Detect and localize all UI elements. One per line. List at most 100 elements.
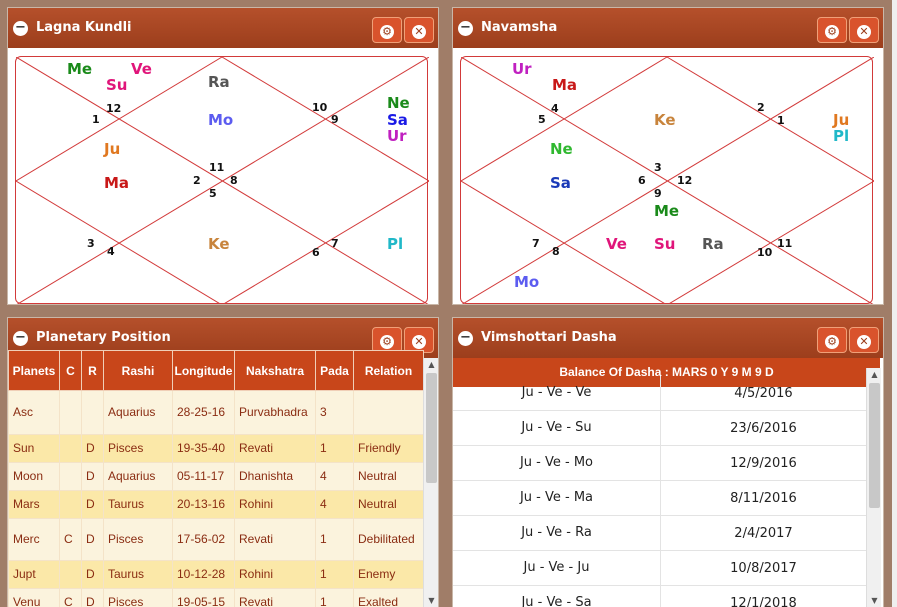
house-5: 5 [538, 113, 546, 126]
table-cell: Aquarius [103, 390, 173, 435]
col-header[interactable]: Relation [353, 350, 424, 391]
table-cell: 10-12-28 [172, 560, 235, 589]
house-11: 11 [209, 161, 225, 174]
table-cell: Aquarius [103, 462, 173, 491]
table-cell: 1 [315, 434, 354, 463]
planetary-scrollbar[interactable]: ▲ ▼ [423, 358, 438, 607]
col-header[interactable]: Nakshatra [234, 350, 316, 391]
planet-ma: Ma [104, 174, 130, 192]
table-cell: Revati [234, 588, 316, 607]
col-header[interactable]: Rashi [103, 350, 173, 391]
table-cell: Mars [8, 490, 60, 519]
vimshottari-dasha-panel: − Vimshottari Dasha ⚙ ✕ Balance Of Dasha… [452, 317, 884, 607]
table-cell: 1 [315, 560, 354, 589]
table-cell [81, 390, 104, 435]
table-cell: Pisces [103, 588, 173, 607]
close-button[interactable]: ✕ [849, 17, 879, 43]
navamsha-chart-lines [461, 57, 874, 304]
col-header[interactable]: Planets [8, 350, 60, 391]
table-cell: 1 [315, 518, 354, 561]
table-cell: 20-13-16 [172, 490, 235, 519]
collapse-icon[interactable]: − [458, 21, 473, 36]
house-6: 6 [638, 174, 646, 187]
dasha-scrollbar[interactable]: ▲ ▼ [866, 368, 881, 607]
planetary-table: Planets C R Rashi Longitude Nakshatra Pa… [8, 350, 424, 607]
planet-ne: Ne [550, 140, 573, 158]
table-cell: Neutral [353, 462, 424, 491]
settings-button[interactable]: ⚙ [372, 17, 402, 43]
panel-title: Planetary Position [36, 330, 171, 345]
collapse-icon[interactable]: − [458, 331, 473, 346]
house-2: 2 [193, 174, 201, 187]
table-cell [59, 560, 82, 589]
page-right-edge [892, 0, 897, 607]
settings-button[interactable]: ⚙ [817, 17, 847, 43]
scroll-thumb[interactable] [869, 383, 880, 508]
lagna-kundli-panel: − Lagna Kundli ⚙ ✕ Me Ve Su Ra Mo Ne Sa … [7, 7, 439, 305]
close-icon: ✕ [412, 335, 426, 349]
collapse-icon[interactable]: − [13, 331, 28, 346]
settings-button[interactable]: ⚙ [817, 327, 847, 353]
planet-ra: Ra [208, 73, 230, 91]
house-2: 2 [757, 101, 765, 114]
table-cell: 4 [315, 490, 354, 519]
table-cell: Purvabhadra [234, 390, 316, 435]
dasha-row: Ju - Ve - Ma 8/11/2016 [453, 481, 866, 516]
table-cell: 28-25-16 [172, 390, 235, 435]
table-cell: Jupt [8, 560, 60, 589]
dasha-row: Ju - Ve - Ve 4/5/2016 [453, 376, 866, 411]
close-button[interactable]: ✕ [404, 17, 434, 43]
scroll-up-icon[interactable]: ▲ [424, 358, 438, 372]
house-3: 3 [654, 161, 662, 174]
dasha-row: Ju - Ve - Su 23/6/2016 [453, 411, 866, 446]
house-9: 9 [654, 187, 662, 200]
house-3: 3 [87, 237, 95, 250]
close-icon: ✕ [857, 335, 871, 349]
scroll-down-icon[interactable]: ▼ [424, 594, 438, 607]
table-row: Venu C D Pisces 19-05-15 Revati 1 Exalted [8, 588, 424, 607]
col-header[interactable]: R [81, 350, 104, 391]
house-9: 9 [331, 113, 339, 126]
dasha-date: 8/11/2016 [660, 481, 866, 516]
table-cell: Venu [8, 588, 60, 607]
planet-ke: Ke [654, 111, 676, 129]
table-cell: Revati [234, 434, 316, 463]
table-cell [59, 434, 82, 463]
dasha-date: 2/4/2017 [660, 516, 866, 551]
table-cell: Asc [8, 390, 60, 435]
scroll-down-icon[interactable]: ▼ [867, 594, 882, 607]
table-cell: Taurus [103, 490, 173, 519]
planet-me: Me [67, 60, 93, 78]
house-10: 10 [757, 246, 773, 259]
table-row: Asc Aquarius 28-25-16 Purvabhadra 3 [8, 390, 424, 435]
table-cell: 17-56-02 [172, 518, 235, 561]
table-cell: 3 [315, 390, 354, 435]
planet-me: Me [654, 202, 680, 220]
planet-ne: Ne [387, 94, 410, 112]
lagna-header: − Lagna Kundli ⚙ ✕ [8, 8, 438, 48]
house-4: 4 [107, 245, 115, 258]
house-6: 6 [312, 246, 320, 259]
dasha-row: Ju - Ve - Sa 12/1/2018 [453, 586, 866, 607]
planet-su: Su [106, 76, 128, 94]
lagna-chart: Me Ve Su Ra Mo Ne Sa Ur Ju Ma Ke Pl 1 12… [15, 56, 429, 304]
planet-mo: Mo [208, 111, 234, 129]
planet-ke: Ke [208, 235, 230, 253]
collapse-icon[interactable]: − [13, 21, 28, 36]
scroll-thumb[interactable] [426, 373, 437, 483]
house-1: 1 [92, 113, 100, 126]
col-header[interactable]: Pada [315, 350, 354, 391]
table-row: Mars D Taurus 20-13-16 Rohini 4 Neutral [8, 490, 424, 519]
table-row: Moon D Aquarius 05-11-17 Dhanishta 4 Neutral [8, 462, 424, 491]
table-cell: C [59, 518, 82, 561]
close-button[interactable]: ✕ [849, 327, 879, 353]
table-cell [59, 490, 82, 519]
planet-mo: Mo [514, 273, 540, 291]
table-cell: Neutral [353, 490, 424, 519]
col-header[interactable]: C [59, 350, 82, 391]
scroll-up-icon[interactable]: ▲ [867, 368, 882, 382]
planet-pl: Pl [387, 235, 404, 253]
table-cell: 4 [315, 462, 354, 491]
col-header[interactable]: Longitude [172, 350, 235, 391]
panel-title: Navamsha [481, 20, 558, 35]
